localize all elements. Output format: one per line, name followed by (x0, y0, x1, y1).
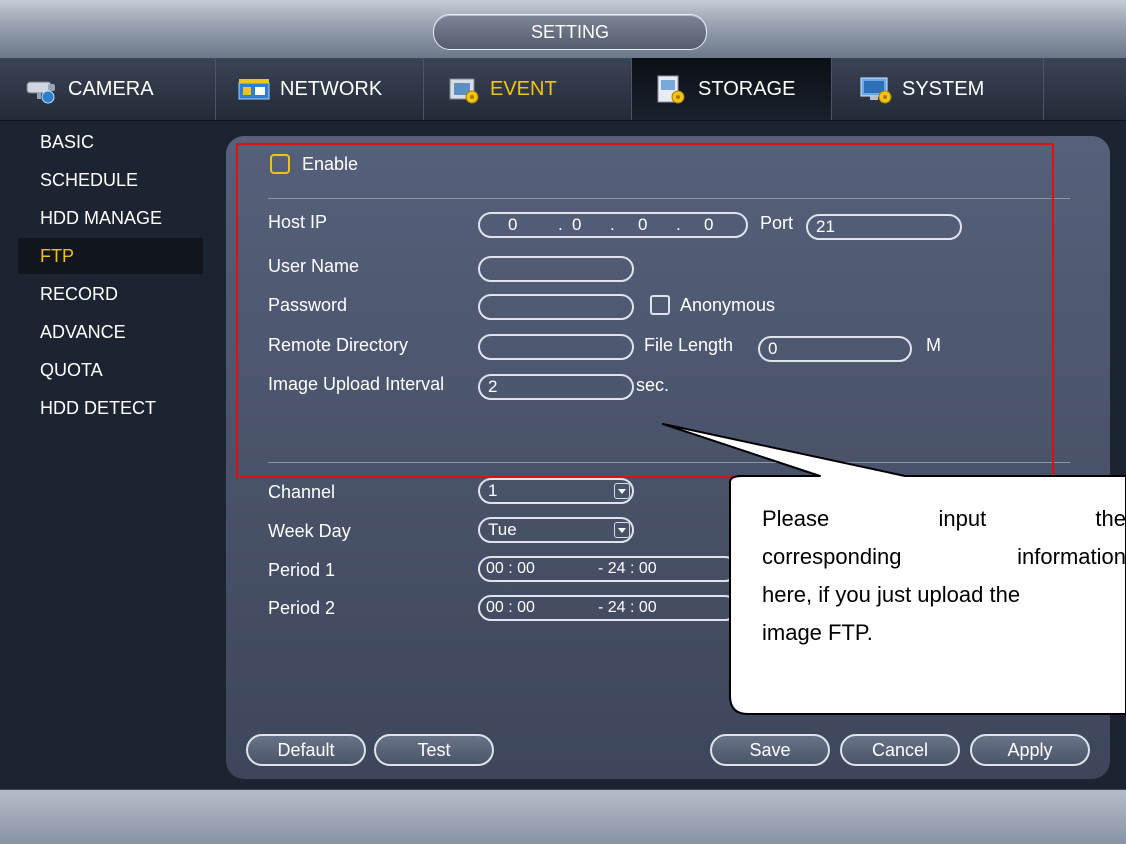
callout-line: corresponding information (762, 538, 1126, 576)
dvr-settings-window: SETTING CAMERA NETWORK EVENT STORAGE SYS… (0, 0, 1126, 844)
callout-word: the (1095, 506, 1126, 531)
callout-word: input (938, 506, 987, 531)
callout-word: Please (762, 506, 830, 531)
callout-word: corresponding (762, 544, 902, 569)
callout-line: image FTP. (762, 620, 873, 645)
callout-word: information (1017, 544, 1126, 569)
callout-text: Please input the corresponding informati… (762, 500, 1126, 652)
callout-line: Please input the (762, 500, 1126, 538)
callout-line: here, if you just upload the (762, 582, 1021, 607)
callout-bubble (662, 423, 1126, 715)
